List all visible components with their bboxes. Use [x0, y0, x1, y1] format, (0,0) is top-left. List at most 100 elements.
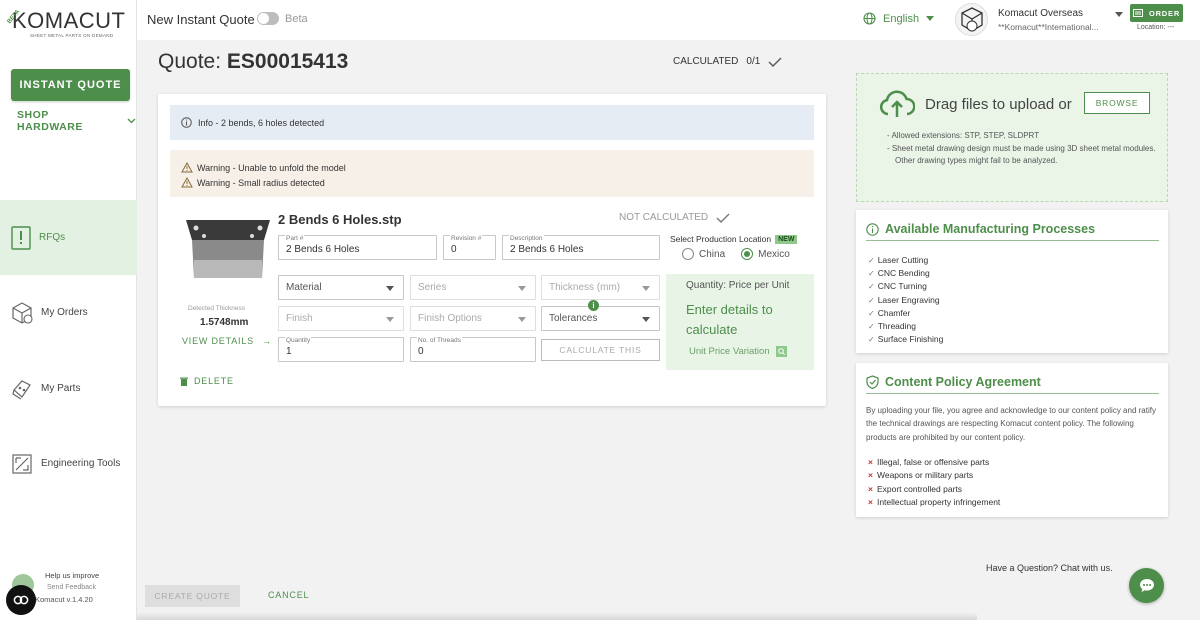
part-thumbnail[interactable]: [182, 216, 274, 281]
user-name: Komacut Overseas: [998, 7, 1084, 19]
quantity-field[interactable]: Quantity 1: [278, 337, 404, 362]
processes-panel: Available Manufacturing Processes ✓ Laser…: [856, 210, 1168, 353]
radio-label: Mexico: [758, 248, 790, 260]
thickness-select[interactable]: Thickness (mm): [541, 275, 660, 300]
field-label: Quantity: [285, 337, 312, 344]
tools-icon: [12, 453, 32, 474]
shop-hardware-menu[interactable]: SHOP HARDWARE: [17, 109, 136, 133]
view-details-link[interactable]: VIEW DETAILS →: [182, 336, 272, 346]
order-button[interactable]: ORDER: [1130, 4, 1183, 22]
list-item: ✓ CNC Turning: [868, 281, 927, 292]
processes-title-text: Available Manufacturing Processes: [885, 222, 1096, 236]
info-banner: Info - 2 bends, 6 holes detected: [170, 105, 814, 140]
quote-title: Quote: ES00015413: [158, 50, 348, 74]
content-policy-panel: Content Policy Agreement By uploading yo…: [856, 363, 1168, 517]
process-label: Surface Finishing: [877, 334, 944, 345]
prohibited-label: Weapons or military parts: [876, 470, 974, 481]
calculate-button[interactable]: CALCULATE THIS: [541, 339, 660, 361]
delete-label: DELETE: [194, 376, 234, 386]
sidebar-item-engineering-tools[interactable]: Engineering Tools: [0, 426, 137, 501]
revision-field[interactable]: Revision # 0: [443, 235, 496, 260]
trash-icon: [180, 377, 188, 386]
accessibility-icon[interactable]: [6, 585, 36, 615]
prohibited-label: Intellectual property infringement: [876, 496, 1001, 507]
instant-quote-button[interactable]: INSTANT QUOTE: [11, 69, 130, 101]
info-icon: [866, 222, 879, 236]
komacut-logo[interactable]: BETA KOMACUT SHEET METAL PARTS ON DEMAND: [7, 8, 127, 38]
caret-down-icon: [1114, 12, 1123, 17]
field-label: No. of Threads: [417, 337, 462, 344]
order-label: ORDER: [1148, 8, 1181, 18]
sidebar: BETA KOMACUT SHEET METAL PARTS ON DEMAND…: [0, 0, 137, 620]
field-value: 0: [418, 346, 424, 357]
upload-dropzone[interactable]: Drag files to upload or BROWSE - Allowed…: [856, 73, 1168, 202]
info-text: Info - 2 bends, 6 holes detected: [198, 117, 325, 128]
location-radio-mexico[interactable]: Mexico: [741, 248, 790, 260]
tolerance-info-icon[interactable]: i: [588, 300, 599, 311]
bottom-bar: [137, 612, 977, 620]
sidebar-item-label: My Orders: [41, 307, 88, 318]
enter-details-text: Enter details to calculate: [686, 302, 773, 337]
view-details-label: VIEW DETAILS: [182, 336, 254, 346]
radio-button: [741, 248, 754, 260]
upload-note: Other drawing types might fail to be ana…: [895, 156, 1058, 165]
language-selector[interactable]: English: [863, 12, 935, 25]
field-value: 2 Bends 6 Holes: [286, 244, 360, 255]
unit-price-variation[interactable]: Unit Price Variation: [686, 346, 814, 357]
quote-number: ES00015413: [226, 50, 349, 73]
calculated-count: 0/1: [746, 56, 761, 67]
process-label: Threading: [877, 321, 916, 332]
sidebar-item-rfqs[interactable]: RFQs: [0, 200, 137, 275]
shield-check-icon: [866, 375, 879, 389]
globe-icon: [863, 12, 876, 25]
unit-price-variation-label: Unit Price Variation: [689, 346, 770, 357]
process-label: CNC Bending: [877, 268, 930, 279]
create-quote-button[interactable]: CREATE QUOTE: [145, 585, 240, 607]
warning-text: Warning - Unable to unfold the model: [197, 162, 346, 173]
price-quantity-label: Quantity: Price per Unit: [686, 280, 790, 291]
threads-field[interactable]: No. of Threads 0: [410, 337, 536, 362]
prohibited-label: Export controlled parts: [876, 483, 963, 494]
beta-toggle[interactable]: [257, 12, 279, 25]
chat-button[interactable]: [1129, 568, 1164, 603]
info-icon: [181, 117, 192, 128]
calculated-status: CALCULATED 0/1: [673, 56, 782, 67]
list-item: ✓ Surface Finishing: [868, 334, 944, 345]
orders-icon: [12, 301, 33, 324]
warning-row: Warning - Unable to unfold the model: [181, 160, 814, 175]
sidebar-item-my-orders[interactable]: My Orders: [0, 275, 137, 350]
sidebar-item-my-parts[interactable]: My Parts: [0, 351, 137, 426]
description-field[interactable]: Description 2 Bends 6 Holes: [502, 235, 660, 260]
policy-text: By uploading your file, you agree and ac…: [866, 406, 1156, 442]
logo-tagline: SHEET METAL PARTS ON DEMAND: [30, 33, 114, 38]
tolerances-select[interactable]: Tolerances: [541, 306, 660, 331]
finish-select[interactable]: Finish: [278, 306, 404, 331]
select-placeholder: Material: [286, 282, 322, 293]
production-location-label: Select Production Location: [670, 234, 772, 244]
material-select[interactable]: Material: [278, 275, 404, 300]
list-item: × Weapons or military parts: [868, 469, 1000, 482]
processes-list: ✓ Laser Cutting ✓ CNC Bending ✓ CNC Turning…: [868, 254, 943, 346]
series-select[interactable]: Series: [410, 275, 536, 300]
location-radio-china[interactable]: China: [682, 248, 725, 260]
list-item: × Export controlled parts: [868, 483, 1000, 496]
x-icon: ×: [868, 457, 873, 467]
arrow-right-icon: →: [261, 336, 272, 346]
warning-text: Warning - Small radius detected: [197, 177, 325, 188]
user-menu[interactable]: Komacut Overseas **Komacut**Internationa…: [955, 3, 1123, 36]
field-label: Description: [509, 235, 544, 242]
rfq-icon: [11, 225, 31, 250]
delete-button[interactable]: DELETE: [180, 376, 234, 386]
part-number-field[interactable]: Part # 2 Bends 6 Holes: [278, 235, 437, 260]
upload-note: - Allowed extensions: STP, STEP, SLDPRT: [887, 131, 1040, 140]
field-value: 1: [286, 346, 292, 357]
browse-button[interactable]: BROWSE: [1084, 92, 1150, 114]
cancel-button[interactable]: CANCEL: [268, 590, 309, 600]
policy-title: Content Policy Agreement: [866, 375, 1041, 389]
finish-options-select[interactable]: Finish Options: [410, 306, 536, 331]
magnify-icon: [775, 346, 787, 357]
location-text: Location: ---: [1137, 24, 1175, 31]
field-value: 0: [451, 244, 457, 255]
avatar: [955, 3, 988, 36]
file-name: 2 Bends 6 Holes.stp: [278, 212, 402, 227]
